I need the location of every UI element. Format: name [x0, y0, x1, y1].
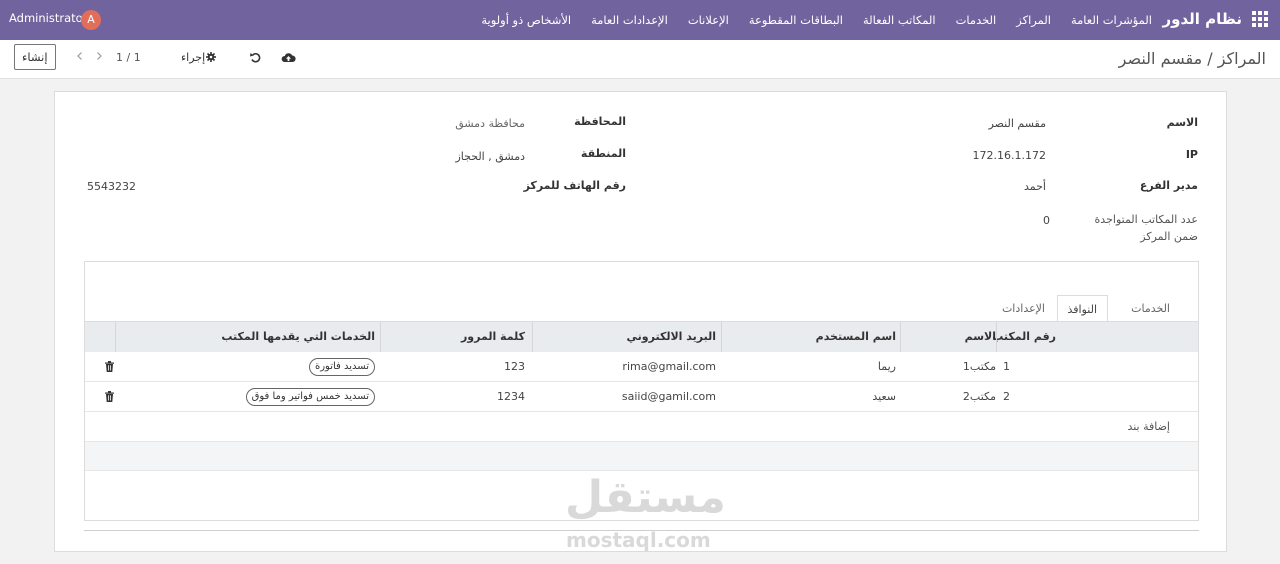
- gear-icon[interactable]: [206, 52, 216, 62]
- chevron-left-icon[interactable]: [76, 52, 84, 60]
- cell-password: 1234: [497, 390, 525, 403]
- app-brand[interactable]: نظام الدور: [1163, 10, 1243, 28]
- phone-value[interactable]: 5543232: [87, 180, 136, 193]
- user-name[interactable]: Administrator: [9, 11, 87, 25]
- column-separator: [996, 322, 997, 352]
- offices-count-label-line2: ضمن المركز: [1140, 230, 1198, 243]
- add-line-row: إضافة بند: [85, 412, 1198, 442]
- region-label: المنطقة: [580, 147, 626, 160]
- tab-services[interactable]: الخدمات: [1121, 295, 1180, 322]
- control-panel: إنشاء 1 / 1 إجراء المراكز / مقسم النصر: [0, 40, 1280, 79]
- trash-icon[interactable]: [105, 361, 114, 372]
- table-row[interactable]: 1 مكتب1 ريما rima@gmail.com 123 تسديد فا…: [85, 352, 1198, 382]
- watermark-url: mostaql.com: [566, 528, 711, 552]
- cloud-upload-icon[interactable]: [281, 51, 296, 64]
- menu-item-centers[interactable]: المراكز: [1016, 13, 1051, 27]
- tab-windows[interactable]: النوافذ: [1056, 295, 1108, 322]
- menu-item-general-settings[interactable]: الإعدادات العامة: [591, 13, 668, 27]
- column-separator: [380, 322, 381, 352]
- menu-item-announcements[interactable]: الإعلانات: [688, 13, 729, 27]
- column-services[interactable]: الخدمات التي يقدمها المكتب: [221, 330, 375, 343]
- service-tag[interactable]: تسديد خمس فواتير وما فوق: [245, 388, 375, 406]
- avatar[interactable]: A: [81, 10, 101, 30]
- add-line-link[interactable]: إضافة بند: [1127, 420, 1170, 433]
- cell-email: saiid@gamil.com: [621, 390, 716, 403]
- chevron-right-icon[interactable]: [95, 52, 103, 60]
- service-tag[interactable]: تسديد فاتورة: [308, 358, 375, 376]
- undo-icon[interactable]: [249, 51, 262, 64]
- governorate-value[interactable]: محافظة دمشق: [455, 117, 525, 130]
- cell-office-number: 1: [1003, 360, 1010, 373]
- table-row[interactable]: 2 مكتب2 سعيد saiid@gamil.com 1234 تسديد …: [85, 382, 1198, 412]
- menu-item-indicators[interactable]: المؤشرات العامة: [1071, 13, 1152, 27]
- column-separator: [900, 322, 901, 352]
- action-button[interactable]: إجراء: [181, 51, 205, 64]
- column-separator: [721, 322, 722, 352]
- main-menu: المؤشرات العامة المراكز الخدمات المكاتب …: [481, 13, 1152, 27]
- create-button[interactable]: إنشاء: [14, 44, 56, 70]
- top-navbar: نظام الدور المؤشرات العامة المراكز الخدم…: [0, 0, 1280, 40]
- column-email[interactable]: البريد الالكتروني: [627, 330, 716, 343]
- region-value[interactable]: دمشق , الحجاز: [455, 150, 525, 163]
- watermark-logo: مستقل: [565, 472, 726, 523]
- breadcrumb[interactable]: المراكز / مقسم النصر: [1119, 49, 1266, 68]
- manager-label: مدير الفرع: [1139, 179, 1198, 192]
- cell-username: ريما: [877, 360, 896, 373]
- cell-password: 123: [504, 360, 525, 373]
- column-username[interactable]: اسم المستخدم: [816, 330, 896, 343]
- offices-count-value[interactable]: 0: [1043, 214, 1050, 227]
- phone-label: رقم الهاتف للمركز: [523, 179, 626, 192]
- name-label: الاسم: [1166, 116, 1198, 129]
- column-office-number[interactable]: رقم المكتب: [992, 330, 1056, 343]
- name-value[interactable]: مقسم النصر: [989, 117, 1046, 130]
- apps-grid-icon[interactable]: [1252, 11, 1268, 27]
- table-header: رقم المكتب الاسم اسم المستخدم البريد الا…: [85, 322, 1198, 352]
- manager-value[interactable]: أحمد: [1024, 180, 1046, 193]
- column-password[interactable]: كلمة المرور: [461, 330, 525, 343]
- governorate-label: المحافظة: [574, 115, 626, 128]
- empty-row: [85, 442, 1198, 471]
- pager-value[interactable]: 1 / 1: [116, 51, 141, 64]
- trash-icon[interactable]: [105, 391, 114, 402]
- ip-value[interactable]: 172.16.1.172: [973, 149, 1046, 162]
- column-separator: [115, 322, 116, 352]
- column-separator: [532, 322, 533, 352]
- column-name[interactable]: الاسم: [965, 330, 996, 343]
- cell-office-number: 2: [1003, 390, 1010, 403]
- menu-item-services[interactable]: الخدمات: [956, 13, 997, 27]
- cell-username: سعيد: [872, 390, 896, 403]
- ip-label: IP: [1185, 148, 1198, 161]
- menu-item-priority-persons[interactable]: الأشخاص ذو أولوية: [481, 13, 571, 27]
- menu-item-cut-cards[interactable]: البطاقات المقطوعة: [749, 13, 843, 27]
- cell-name: مكتب1: [962, 360, 996, 373]
- cell-name: مكتب2: [962, 390, 996, 403]
- menu-item-active-offices[interactable]: المكاتب الفعالة: [863, 13, 936, 27]
- cell-email: rima@gmail.com: [622, 360, 716, 373]
- tab-settings[interactable]: الإعدادات: [992, 295, 1055, 322]
- offices-count-label: عدد المكاتب المتواجدة: [1094, 213, 1198, 226]
